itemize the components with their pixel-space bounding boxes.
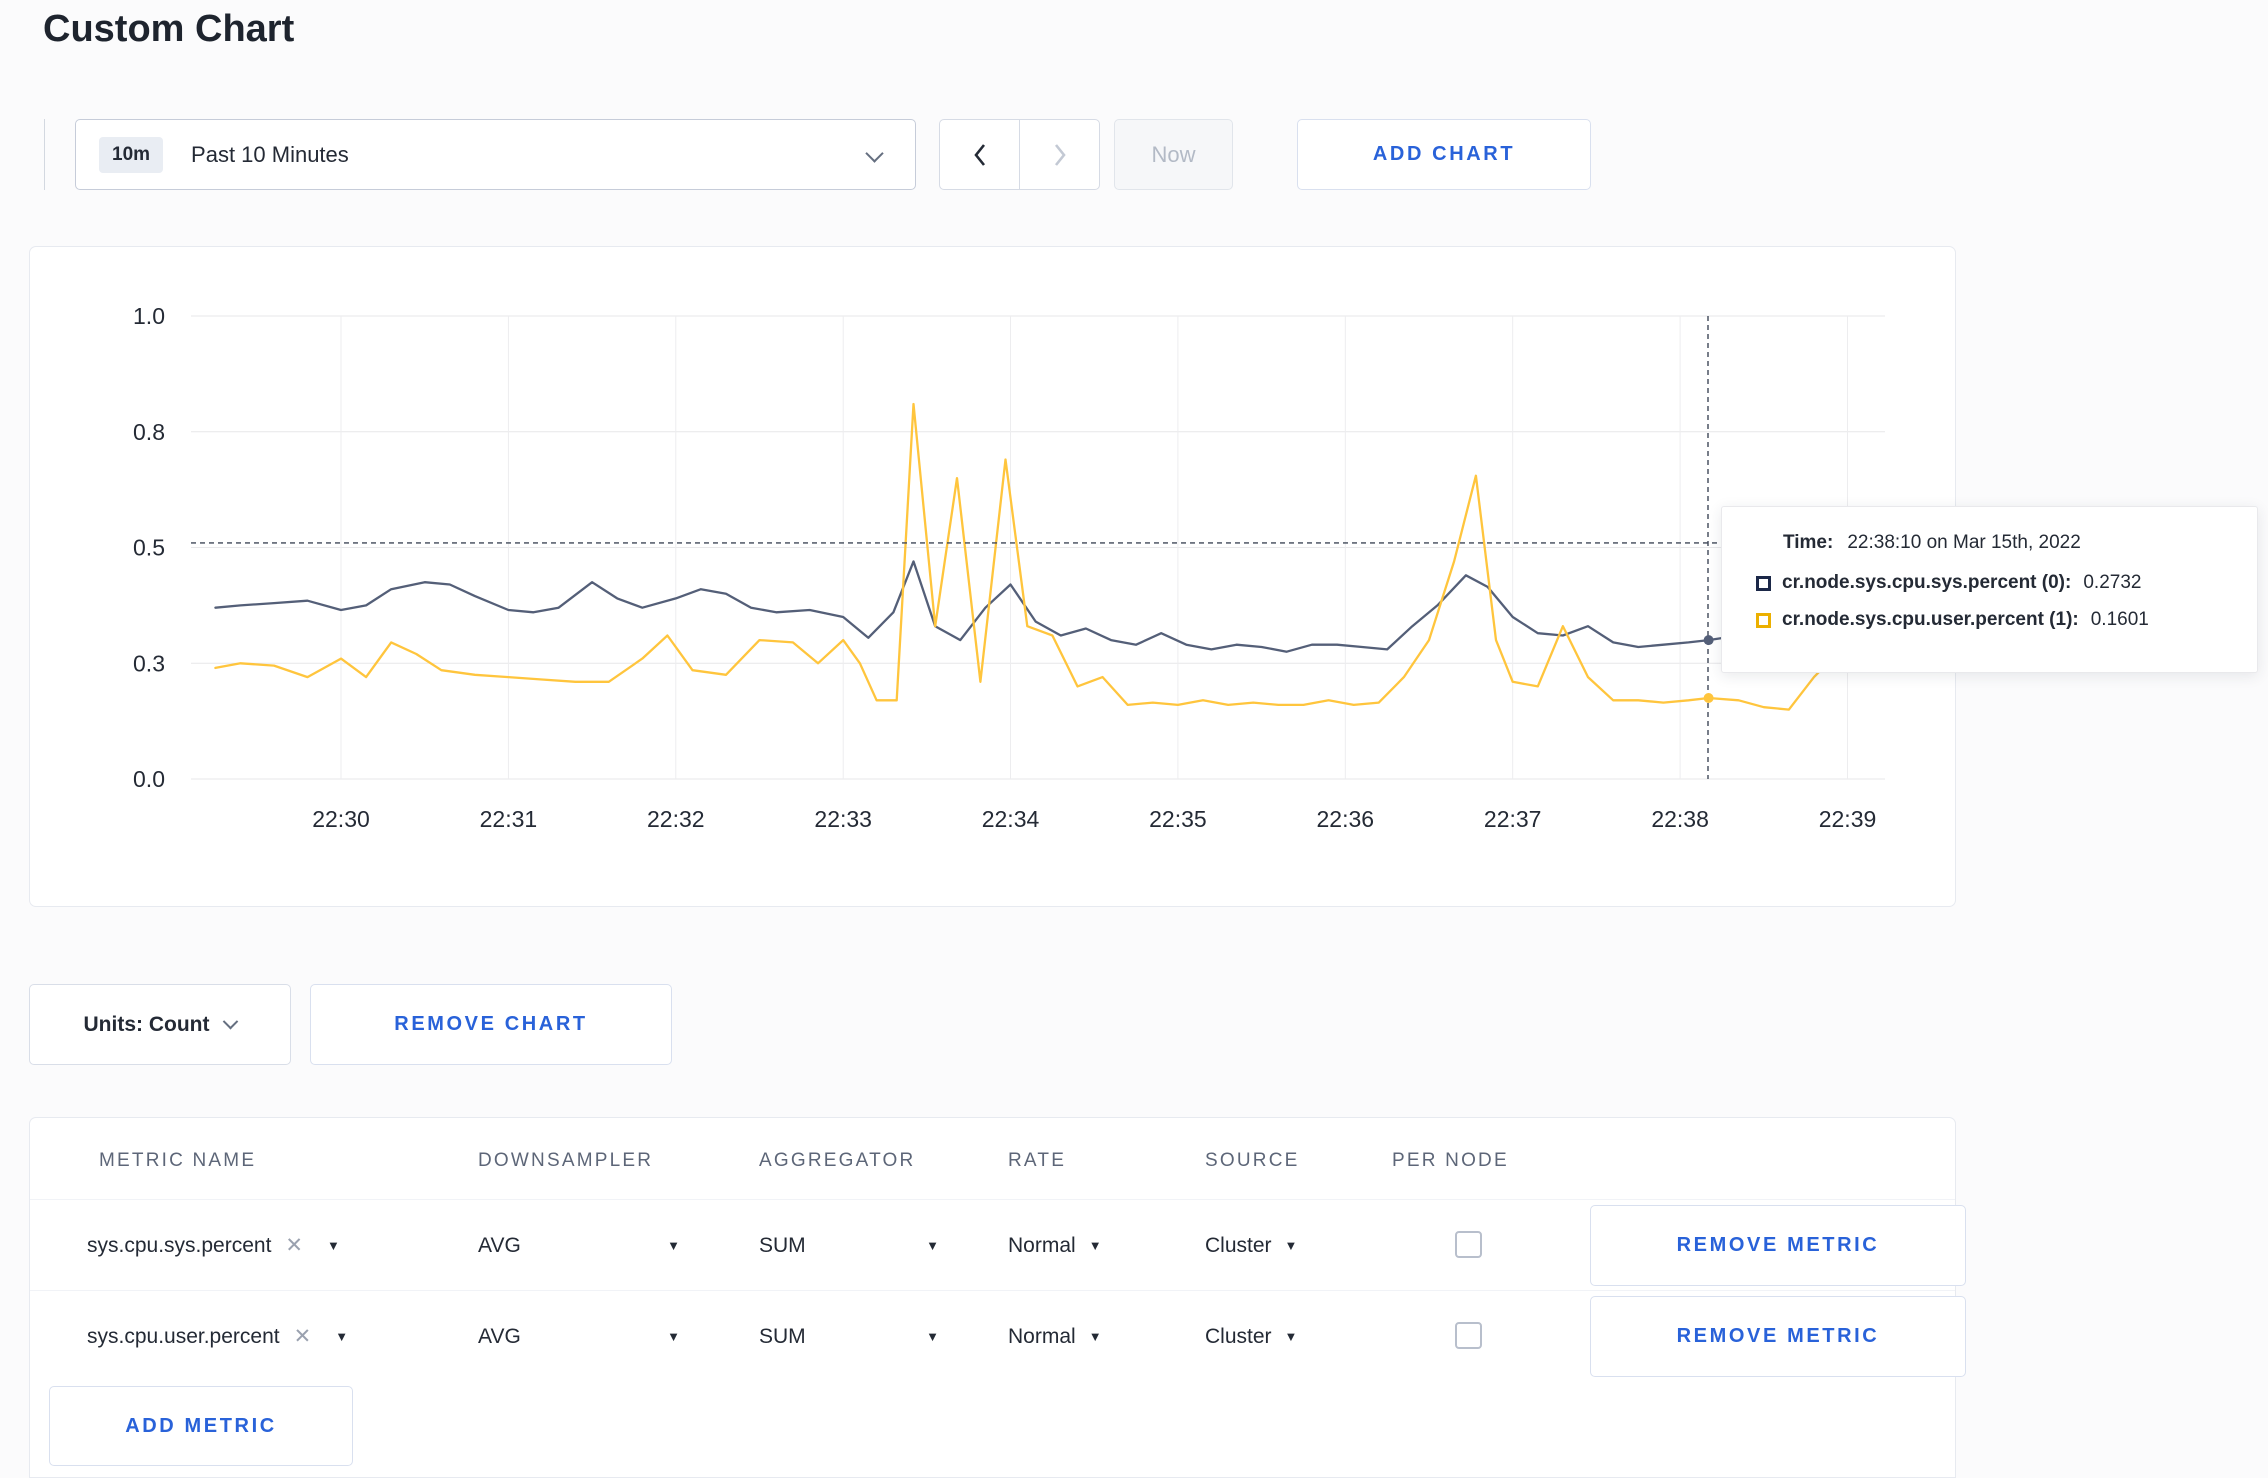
- caret-down-icon: ▼: [926, 1329, 939, 1344]
- col-header-aggregator: AGGREGATOR: [759, 1150, 916, 1171]
- col-header-metric-name: METRIC NAME: [99, 1150, 257, 1171]
- svg-text:22:34: 22:34: [982, 806, 1040, 832]
- caret-down-icon: ▼: [1088, 1238, 1102, 1253]
- metric-name-value: sys.cpu.sys.percent: [87, 1233, 272, 1257]
- metric-name-select[interactable]: sys.cpu.user.percent ✕ ▼: [87, 1291, 403, 1382]
- source-select[interactable]: Cluster ▼: [1205, 1200, 1297, 1291]
- aggregator-value: SUM: [759, 1233, 806, 1257]
- now-button[interactable]: Now: [1114, 119, 1233, 190]
- add-chart-button[interactable]: ADD CHART: [1297, 119, 1591, 190]
- caret-down-icon: ▼: [1284, 1238, 1298, 1253]
- svg-text:0.5: 0.5: [133, 535, 165, 561]
- caret-down-icon: ▼: [667, 1329, 680, 1344]
- aggregator-select[interactable]: SUM ▼: [759, 1200, 939, 1291]
- tooltip-sys-metric: cr.node.sys.cpu.sys.percent (0):: [1782, 572, 2072, 593]
- add-metric-button[interactable]: ADD METRIC: [49, 1386, 353, 1466]
- time-nav-group: [939, 119, 1100, 190]
- tooltip-time-value: 22:38:10 on Mar 15th, 2022: [1847, 532, 2081, 553]
- remove-metric-button[interactable]: REMOVE METRIC: [1590, 1296, 1966, 1377]
- source-select[interactable]: Cluster ▼: [1205, 1291, 1297, 1382]
- toolbar-divider: [44, 119, 45, 190]
- table-row: sys.cpu.sys.percent ✕ ▼ AVG ▼ SUM ▼ Norm…: [30, 1199, 1966, 1291]
- table-row: sys.cpu.user.percent ✕ ▼ AVG ▼ SUM ▼ Nor…: [30, 1290, 1966, 1382]
- downsampler-value: AVG: [478, 1233, 521, 1257]
- svg-text:0.8: 0.8: [133, 419, 165, 445]
- svg-text:22:38: 22:38: [1651, 806, 1709, 832]
- legend-swatch-sys-icon: [1756, 575, 1771, 591]
- prev-time-button[interactable]: [940, 120, 1019, 189]
- col-header-downsampler: DOWNSAMPLER: [478, 1150, 654, 1171]
- next-time-button[interactable]: [1019, 120, 1099, 189]
- aggregator-select[interactable]: SUM ▼: [759, 1291, 939, 1382]
- metric-name-select[interactable]: sys.cpu.sys.percent ✕ ▼: [87, 1200, 403, 1291]
- caret-down-icon: ▼: [1088, 1329, 1102, 1344]
- chevron-down-icon: [865, 144, 884, 163]
- svg-text:22:36: 22:36: [1317, 806, 1375, 832]
- clear-metric-icon[interactable]: ✕: [285, 1233, 303, 1258]
- legend-swatch-user-icon: [1756, 612, 1771, 628]
- clear-metric-icon[interactable]: ✕: [294, 1324, 312, 1349]
- units-label: Units: Count: [83, 1012, 210, 1036]
- rate-value: Normal: [1008, 1324, 1076, 1348]
- rate-select[interactable]: Normal ▼: [1008, 1291, 1102, 1382]
- per-node-checkbox[interactable]: [1455, 1231, 1482, 1258]
- svg-text:22:30: 22:30: [312, 806, 370, 832]
- chart-card[interactable]: 0.0 0.3 0.5 0.8 1.0 22:30 22:31 22:32 22:33 22:34…: [29, 246, 1956, 907]
- col-header-per-node: PER NODE: [1392, 1150, 1509, 1171]
- downsampler-value: AVG: [478, 1324, 521, 1348]
- tooltip-user-metric: cr.node.sys.cpu.user.percent (1):: [1782, 609, 2079, 630]
- time-range-label: Past 10 Minutes: [191, 141, 349, 167]
- col-header-source: SOURCE: [1205, 1150, 1300, 1171]
- downsampler-select[interactable]: AVG ▼: [478, 1291, 680, 1382]
- timeseries-chart[interactable]: 0.0 0.3 0.5 0.8 1.0 22:30 22:31 22:32 22:33 22:34…: [30, 247, 1957, 908]
- per-node-checkbox[interactable]: [1455, 1322, 1482, 1349]
- svg-text:1.0: 1.0: [133, 303, 165, 329]
- chevron-left-icon: [973, 143, 985, 166]
- svg-text:22:31: 22:31: [480, 806, 538, 832]
- svg-text:22:35: 22:35: [1149, 806, 1207, 832]
- caret-down-icon: ▼: [1284, 1329, 1298, 1344]
- custom-chart-page: Custom Chart 10m Past 10 Minutes Now ADD…: [0, 0, 2268, 1478]
- tooltip-user-value: 0.1601: [2090, 609, 2149, 630]
- remove-metric-button[interactable]: REMOVE METRIC: [1590, 1205, 1966, 1286]
- rate-value: Normal: [1008, 1233, 1076, 1257]
- downsampler-select[interactable]: AVG ▼: [478, 1200, 680, 1291]
- aggregator-value: SUM: [759, 1324, 806, 1348]
- units-select[interactable]: Units: Count: [29, 984, 291, 1065]
- caret-down-icon: ▼: [667, 1238, 680, 1253]
- caret-down-icon: ▼: [327, 1238, 340, 1253]
- svg-text:22:39: 22:39: [1819, 806, 1877, 832]
- chart-tooltip: Time: 22:38:10 on Mar 15th, 2022 cr.node.…: [1721, 506, 2258, 673]
- source-value: Cluster: [1205, 1233, 1272, 1257]
- time-range-select[interactable]: 10m Past 10 Minutes: [75, 119, 916, 190]
- svg-text:22:32: 22:32: [647, 806, 705, 832]
- source-value: Cluster: [1205, 1324, 1272, 1348]
- col-header-rate: RATE: [1008, 1150, 1067, 1171]
- remove-chart-button[interactable]: REMOVE CHART: [310, 984, 672, 1065]
- page-title: Custom Chart: [43, 8, 295, 50]
- caret-down-icon: ▼: [926, 1238, 939, 1253]
- chevron-right-icon: [1054, 143, 1066, 166]
- svg-text:0.0: 0.0: [133, 766, 165, 792]
- rate-select[interactable]: Normal ▼: [1008, 1200, 1102, 1291]
- svg-text:22:37: 22:37: [1484, 806, 1542, 832]
- tooltip-sys-value: 0.2732: [2083, 572, 2142, 593]
- metric-name-value: sys.cpu.user.percent: [87, 1324, 280, 1348]
- caret-down-icon: ▼: [335, 1329, 349, 1344]
- tooltip-time-label: Time:: [1783, 532, 1834, 553]
- svg-text:0.3: 0.3: [133, 650, 165, 676]
- time-range-badge: 10m: [99, 136, 164, 173]
- chevron-down-icon: [223, 1013, 239, 1030]
- svg-text:22:33: 22:33: [814, 806, 872, 832]
